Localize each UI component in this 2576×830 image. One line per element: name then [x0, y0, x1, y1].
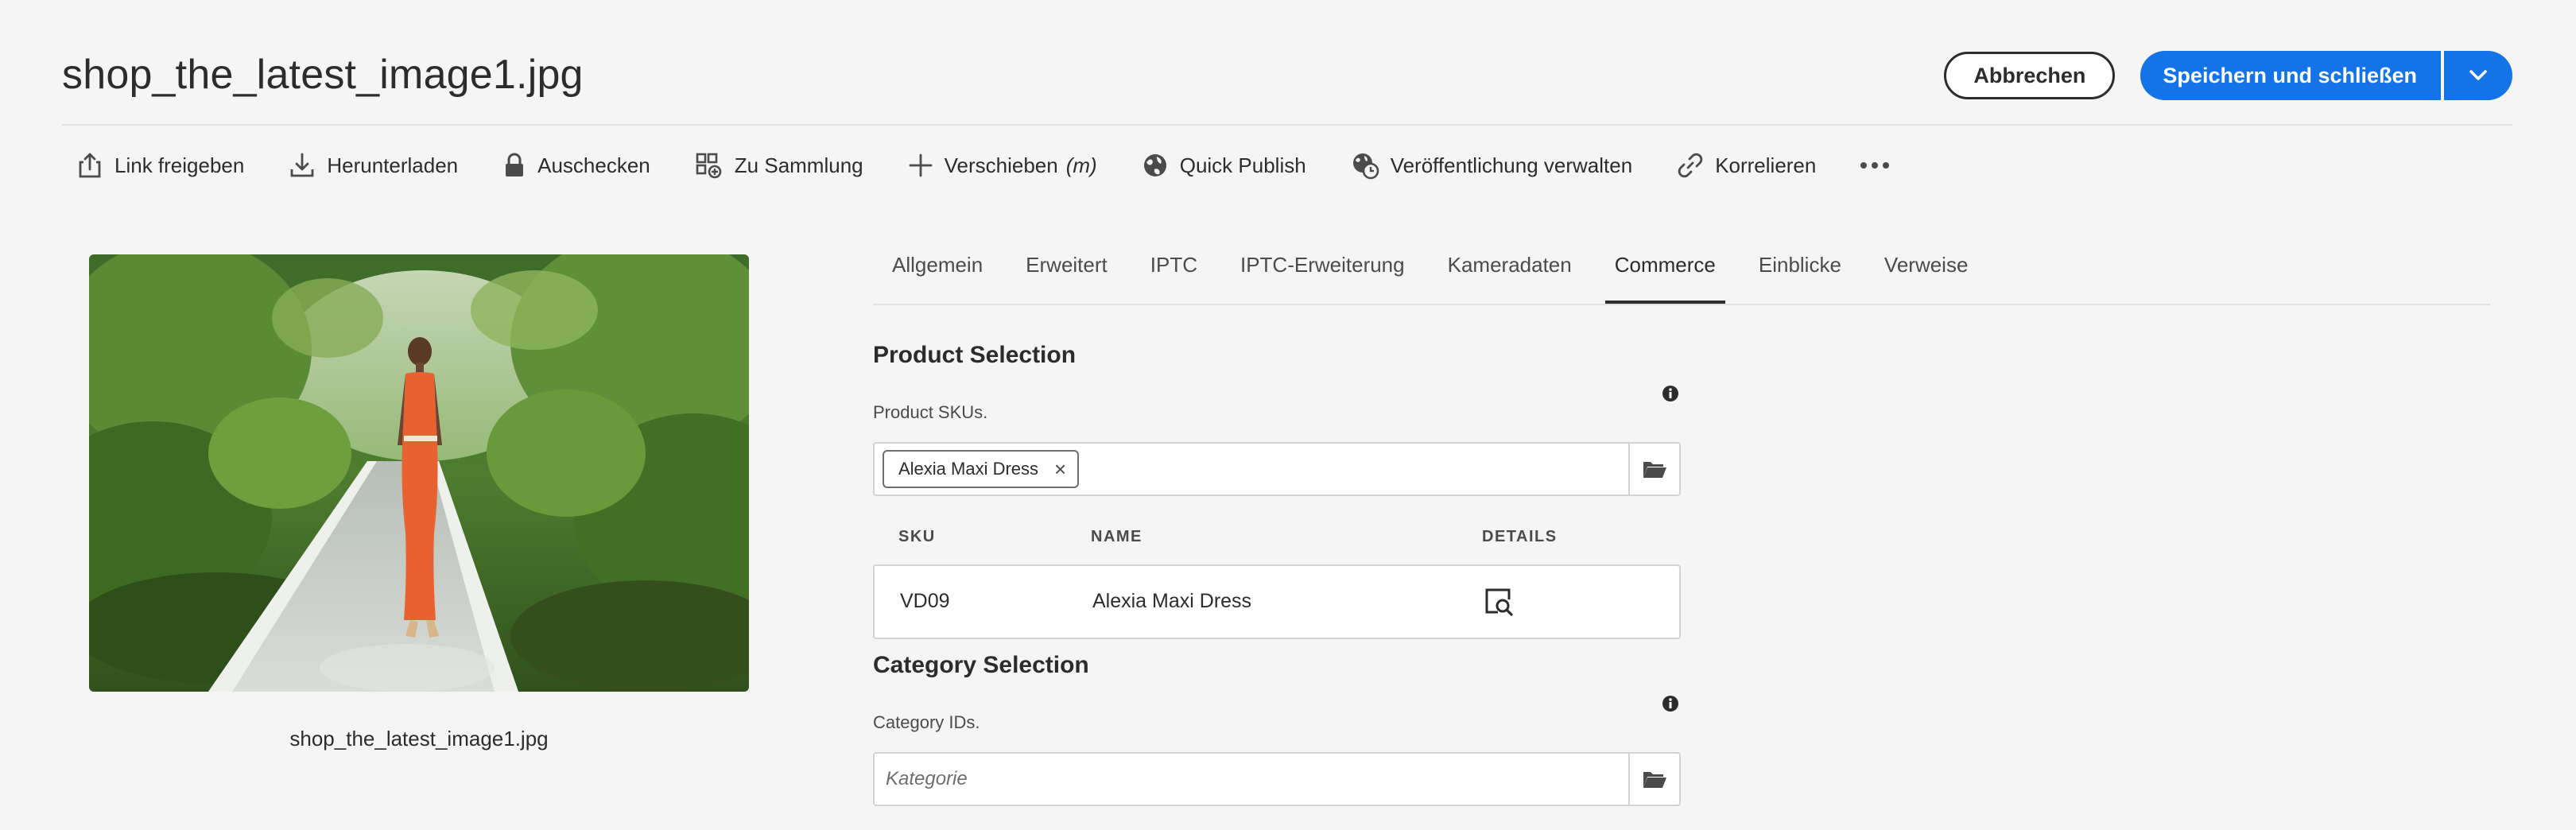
quick-publish-label: Quick Publish: [1179, 153, 1306, 177]
more-actions-button[interactable]: [1860, 162, 1890, 169]
lock-icon: [506, 153, 524, 176]
download-icon: [290, 153, 314, 177]
category-placeholder: Kategorie: [886, 768, 968, 789]
product-sku-picker: Alexia Maxi Dress ×: [873, 442, 1681, 496]
relate-label: Korrelieren: [1715, 153, 1817, 177]
folder-icon: [1643, 772, 1666, 788]
manage-publication-label: Veröffentlichung verwalten: [1390, 153, 1633, 177]
share-icon: [79, 153, 101, 178]
properties-tabs: Allgemein Erweitert IPTC IPTC-Erweiterun…: [873, 239, 2490, 305]
chevron-down-icon: [2469, 70, 2487, 80]
row-sku: VD09: [900, 590, 950, 612]
download-label: Herunterladen: [327, 153, 459, 177]
download-button[interactable]: Herunterladen: [289, 152, 458, 179]
move-icon: [909, 153, 933, 177]
preview-caption: shop_the_latest_image1.jpg: [289, 727, 549, 750]
browse-categories-button[interactable]: [1628, 754, 1679, 805]
tag-label: Alexia Maxi Dress: [898, 459, 1039, 479]
cancel-button[interactable]: Abbrechen: [1944, 52, 2116, 99]
relate-button[interactable]: Korrelieren: [1677, 152, 1816, 179]
category-selection-title: Category Selection: [873, 652, 1089, 678]
category-ids-label: Category IDs.: [873, 712, 980, 732]
share-link-label: Link freigeben: [114, 153, 245, 177]
header-actions: Abbrechen Speichern und schließen: [1944, 51, 2512, 100]
tab-commerce[interactable]: Commerce: [1604, 239, 1726, 304]
selected-product-tag: Alexia Maxi Dress ×: [883, 450, 1080, 488]
action-toolbar: Link freigeben Herunterladen Auschecken …: [76, 148, 1934, 183]
close-icon[interactable]: ×: [1054, 457, 1066, 482]
save-button-group: Speichern und schließen: [2140, 51, 2512, 100]
category-input[interactable]: Kategorie: [875, 754, 1628, 805]
info-icon[interactable]: [1662, 385, 1679, 402]
column-sku: SKU: [898, 528, 936, 545]
move-shortcut: (m): [1065, 153, 1097, 177]
globe-icon: [1143, 154, 1166, 176]
save-options-button[interactable]: [2444, 51, 2512, 100]
add-to-collection-label: Zu Sammlung: [734, 153, 863, 177]
save-and-close-button[interactable]: Speichern und schließen: [2140, 51, 2441, 100]
move-button[interactable]: Verschieben (m): [908, 153, 1097, 178]
page-header: shop_the_latest_image1.jpg Abbrechen Spe…: [62, 46, 2512, 126]
tab-einblicke[interactable]: Einblicke: [1759, 239, 1841, 289]
manage-publication-button[interactable]: Veröffentlichung verwalten: [1351, 151, 1633, 180]
folder-icon: [1643, 462, 1666, 478]
globe-clock-icon: [1352, 153, 1379, 180]
product-skus-label: Product SKUs.: [873, 402, 988, 422]
info-icon[interactable]: [1662, 695, 1679, 712]
column-name: NAME: [1091, 528, 1143, 545]
tab-verweise[interactable]: Verweise: [1884, 239, 1969, 289]
sku-table-header: SKU NAME DETAILS: [873, 525, 1681, 549]
category-picker: Kategorie: [873, 752, 1681, 806]
move-label: Verschieben: [944, 153, 1058, 177]
collection-icon: [696, 153, 722, 179]
more-icon: [1860, 162, 1890, 169]
checkout-label: Auschecken: [537, 153, 650, 177]
page-title: shop_the_latest_image1.jpg: [62, 52, 584, 98]
tab-kameradaten[interactable]: Kameradaten: [1448, 239, 1572, 289]
add-to-collection-button[interactable]: Zu Sammlung: [695, 152, 863, 179]
tab-iptc[interactable]: IPTC: [1150, 239, 1197, 289]
tab-iptc-erweiterung[interactable]: IPTC-Erweiterung: [1240, 239, 1405, 289]
checkout-button[interactable]: Auschecken: [502, 152, 650, 179]
preview-details-icon[interactable]: [1484, 587, 1514, 617]
tab-allgemein[interactable]: Allgemein: [892, 239, 983, 289]
row-name: Alexia Maxi Dress: [1092, 590, 1252, 612]
product-selection-title: Product Selection: [873, 342, 1077, 368]
column-details: DETAILS: [1482, 528, 1558, 545]
table-row: VD09 Alexia Maxi Dress: [873, 564, 1681, 639]
link-icon: [1678, 153, 1703, 178]
tab-erweitert[interactable]: Erweitert: [1026, 239, 1108, 289]
asset-preview-image: [89, 254, 749, 692]
browse-products-button[interactable]: [1628, 444, 1679, 495]
share-link-button[interactable]: Link freigeben: [76, 152, 244, 179]
quick-publish-button[interactable]: Quick Publish: [1142, 152, 1306, 179]
product-sku-input[interactable]: Alexia Maxi Dress ×: [875, 444, 1628, 495]
